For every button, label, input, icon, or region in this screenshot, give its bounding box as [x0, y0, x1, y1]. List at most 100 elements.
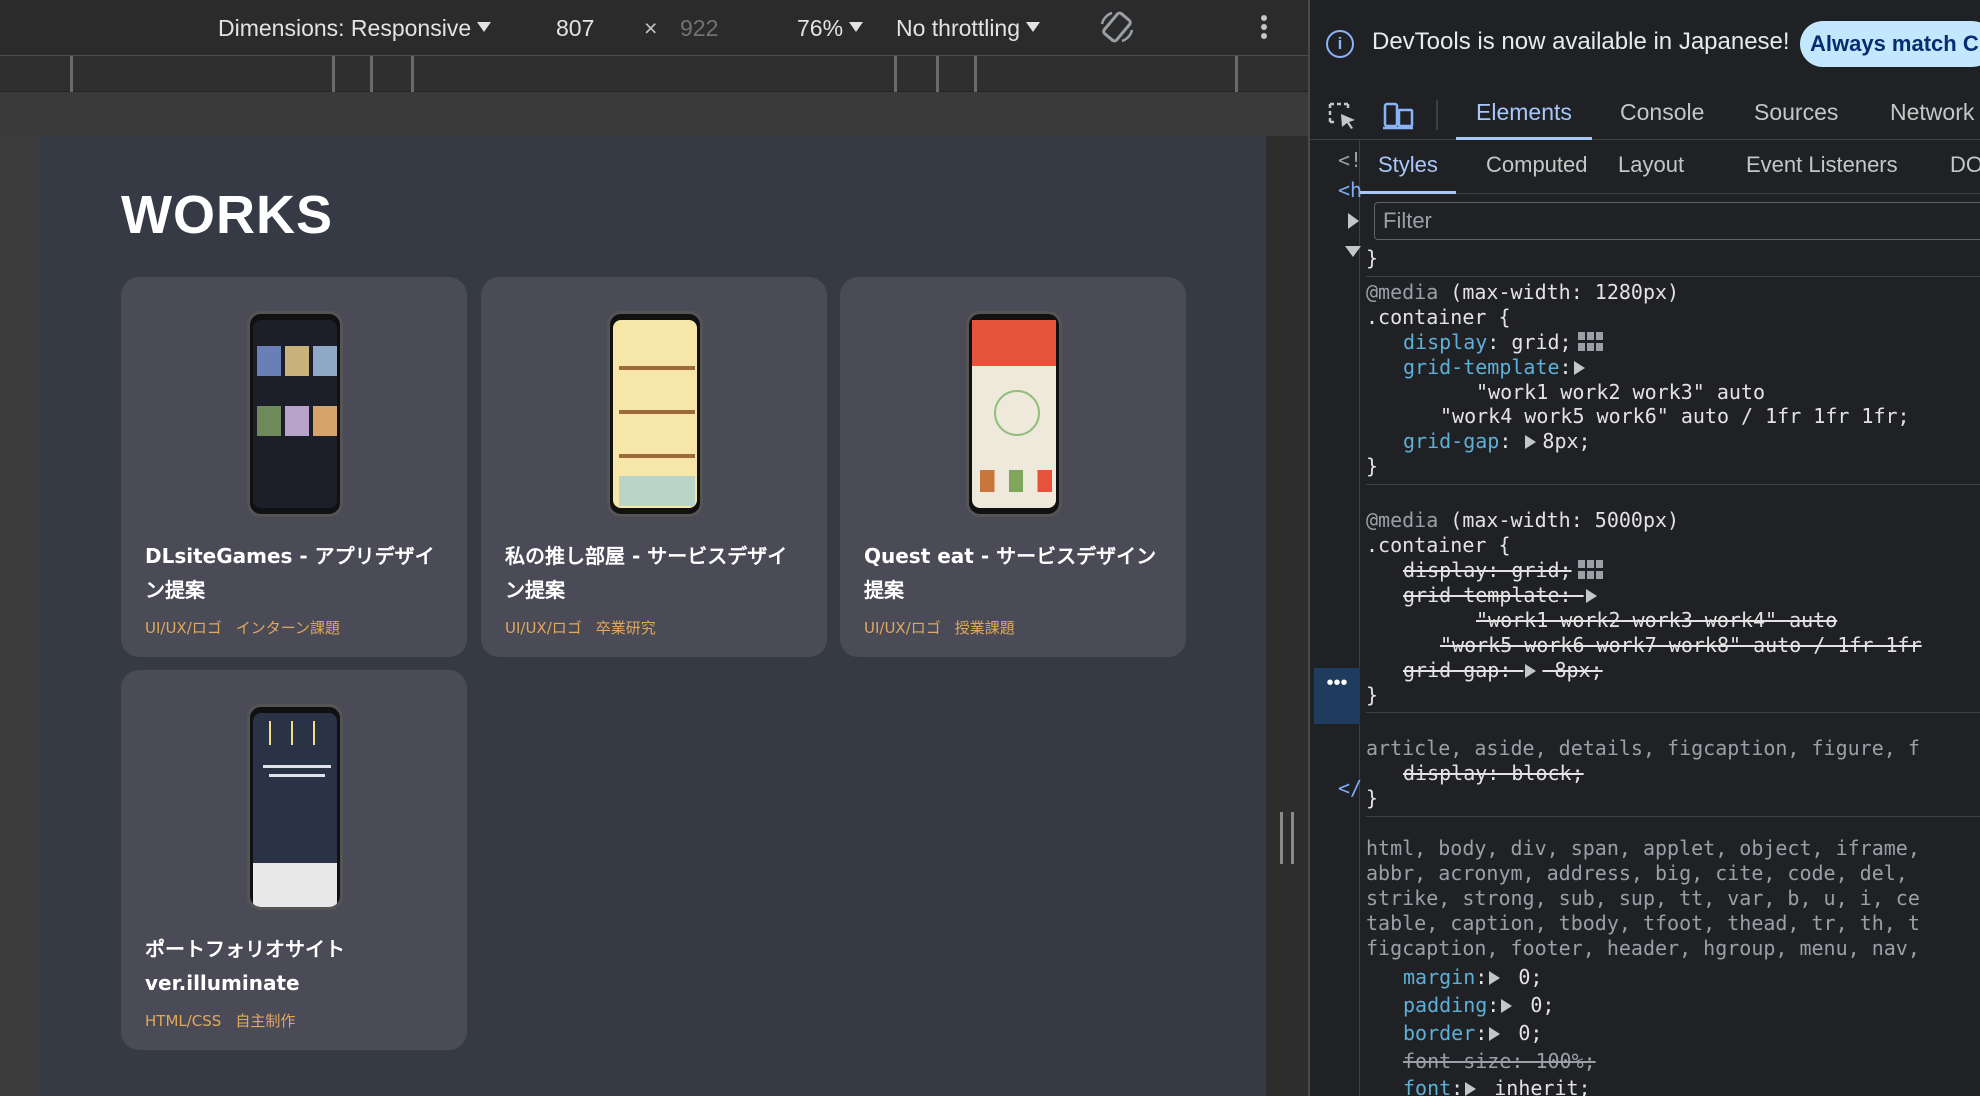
inspect-glyph	[1328, 102, 1355, 129]
ruler-mark	[370, 56, 373, 92]
property-value: 0;	[1506, 965, 1543, 989]
phone-mockup-image	[607, 311, 703, 517]
expand-triangle-icon[interactable]	[1501, 999, 1513, 1013]
declaration-margin[interactable]: margin: 0;	[1403, 965, 1542, 990]
shelf	[619, 366, 695, 370]
grid-template-line: "work5 work6 work7 work8" auto / 1fr 1fr	[1440, 633, 1922, 657]
declaration-padding[interactable]: padding: 0;	[1403, 993, 1554, 1018]
more-vertical-icon[interactable]	[1258, 12, 1270, 49]
tab-styles[interactable]: Styles	[1360, 140, 1456, 194]
phone-screen	[253, 713, 337, 907]
grid-editor-icon[interactable]	[1577, 332, 1604, 352]
language-notice-bar: i DevTools is now available in Japanese!…	[1310, 0, 1980, 88]
expand-triangle-icon[interactable]	[1525, 664, 1537, 678]
property-name: display	[1403, 330, 1488, 354]
overridden-declaration: 8px;	[1542, 658, 1603, 682]
selected-node-marker[interactable]: •••	[1314, 668, 1360, 724]
property-name: margin	[1403, 965, 1476, 989]
inspect-element-icon[interactable]	[1328, 102, 1358, 130]
emulated-viewport[interactable]: WORKS DLsiteGames - アプリデザイン提案 UI/UX/ロゴ イン…	[40, 136, 1266, 1096]
work-tags: HTML/CSS 自主制作	[145, 1010, 309, 1031]
declaration-border[interactable]: border: 0;	[1403, 1021, 1542, 1046]
grid-editor-icon[interactable]	[1577, 560, 1604, 580]
viewport-gutter	[0, 93, 1308, 136]
declaration-grid-gap[interactable]: grid-gap: 8px;	[1403, 429, 1591, 454]
declaration-grid-template[interactable]: grid-template:	[1403, 355, 1591, 380]
throttling-dropdown[interactable]: No throttling	[896, 13, 1041, 43]
work-title: 私の推し部屋 - サービスデザイン提案	[505, 544, 788, 602]
at-rule-keyword: @media	[1366, 280, 1439, 304]
tab-network[interactable]: Network	[1890, 88, 1974, 140]
declaration-font-size-overridden[interactable]: font-size: 100%;	[1403, 1049, 1596, 1074]
device-toggle-icon[interactable]	[1382, 102, 1414, 130]
thumbnail-row	[257, 406, 337, 436]
tab-layout[interactable]: Layout	[1618, 140, 1684, 194]
expand-triangle-icon[interactable]	[1489, 971, 1501, 985]
collapse-triangle-icon[interactable]	[1345, 246, 1361, 257]
zoom-dropdown[interactable]: 76%	[797, 13, 864, 43]
rule-selector[interactable]: article, aside, details, figcaption, fig…	[1366, 736, 1920, 761]
media-query-ruler[interactable]	[0, 56, 1308, 92]
styles-filter-input[interactable]: Filter	[1374, 202, 1980, 240]
notice-text: DevTools is now available in Japanese!	[1372, 28, 1790, 55]
property-name: grid-gap	[1403, 429, 1500, 453]
ruler-mark	[332, 56, 335, 92]
declaration-grid-template-overridden[interactable]: grid-template:	[1403, 583, 1603, 608]
expand-triangle-icon[interactable]	[1525, 435, 1537, 449]
thumbnail-row	[257, 346, 337, 376]
ruler-mark	[974, 56, 977, 92]
phone-screen	[972, 320, 1056, 508]
overridden-declaration: font-size: 100%;	[1403, 1049, 1596, 1073]
tab-console[interactable]: Console	[1620, 88, 1704, 140]
overridden-declaration: grid-template:	[1403, 583, 1584, 607]
reset-selector-line[interactable]: table, caption, tbody, tfoot, thead, tr,…	[1366, 911, 1920, 936]
app-header	[972, 320, 1056, 366]
expand-triangle-icon[interactable]	[1585, 589, 1597, 603]
property-name: border	[1403, 1021, 1476, 1045]
expand-triangle-icon[interactable]	[1465, 1082, 1477, 1096]
phone-mockup-image	[247, 704, 343, 910]
reset-selector-line[interactable]: html, body, div, span, applet, object, i…	[1366, 836, 1920, 861]
expand-triangle-icon[interactable]	[1348, 213, 1359, 229]
property-value: 0;	[1518, 993, 1555, 1017]
width-input[interactable]: 807	[556, 13, 594, 43]
rotate-icon[interactable]	[1098, 10, 1136, 53]
work-card-oshi-room[interactable]: 私の推し部屋 - サービスデザイン提案 UI/UX/ロゴ 卒業研究	[481, 277, 827, 657]
tag: 自主制作	[235, 1012, 296, 1030]
work-title: Quest eat - サービスデザイン提案	[864, 544, 1157, 602]
reset-selector-line[interactable]: abbr, acronym, address, big, cite, code,…	[1366, 861, 1908, 886]
tab-sources[interactable]: Sources	[1754, 88, 1838, 140]
html-close-node[interactable]: </	[1338, 776, 1362, 800]
tab-dom-breakpoints[interactable]: DO	[1950, 140, 1980, 194]
reset-selector-line[interactable]: strike, strong, sub, sup, tt, var, b, u,…	[1366, 886, 1920, 911]
work-card-portfolio[interactable]: ポートフォリオサイト ver.illuminate HTML/CSS 自主制作	[121, 670, 467, 1050]
dimensions-dropdown[interactable]: Dimensions: Responsive	[218, 13, 492, 43]
work-card-dlsite[interactable]: DLsiteGames - アプリデザイン提案 UI/UX/ロゴ インターン課題	[121, 277, 467, 657]
declaration-display-block[interactable]: display: block;	[1403, 761, 1584, 786]
property-name: grid-template	[1403, 355, 1560, 379]
tab-event-listeners[interactable]: Event Listeners	[1746, 140, 1898, 194]
work-card-quest-eat[interactable]: Quest eat - サービスデザイン提案 UI/UX/ロゴ 授業課題	[840, 277, 1186, 657]
throttling-label: No throttling	[896, 15, 1021, 41]
expand-triangle-icon[interactable]	[1573, 361, 1585, 375]
zoom-label: 76%	[797, 15, 844, 41]
declaration-font[interactable]: font: inherit;	[1403, 1076, 1591, 1096]
reset-selector-line[interactable]: figcaption, footer, header, hgroup, menu…	[1366, 936, 1920, 961]
tab-computed[interactable]: Computed	[1486, 140, 1588, 194]
height-input[interactable]: 922	[680, 13, 718, 43]
declaration-grid-gap-overridden[interactable]: grid-gap: 8px;	[1403, 658, 1603, 683]
doctype-node[interactable]: <!	[1338, 148, 1362, 172]
declaration-display[interactable]: display: grid;	[1403, 330, 1604, 355]
radar-chart	[994, 390, 1040, 436]
expand-triangle-icon[interactable]	[1489, 1027, 1501, 1041]
ruler-mark	[894, 56, 897, 92]
tab-elements[interactable]: Elements	[1456, 88, 1592, 140]
html-node[interactable]: <h	[1338, 178, 1362, 202]
grid-template-line: "work1 work2 work3 work4" auto	[1476, 608, 1838, 632]
resize-handle[interactable]	[1280, 812, 1294, 864]
rule-selector[interactable]: .container {	[1366, 305, 1511, 330]
rule-selector[interactable]: .container {	[1366, 533, 1511, 558]
declaration-display-overridden[interactable]: display: grid;	[1403, 558, 1604, 583]
always-match-button[interactable]: Always match C	[1800, 21, 1980, 67]
site-title-graphic	[263, 765, 331, 787]
